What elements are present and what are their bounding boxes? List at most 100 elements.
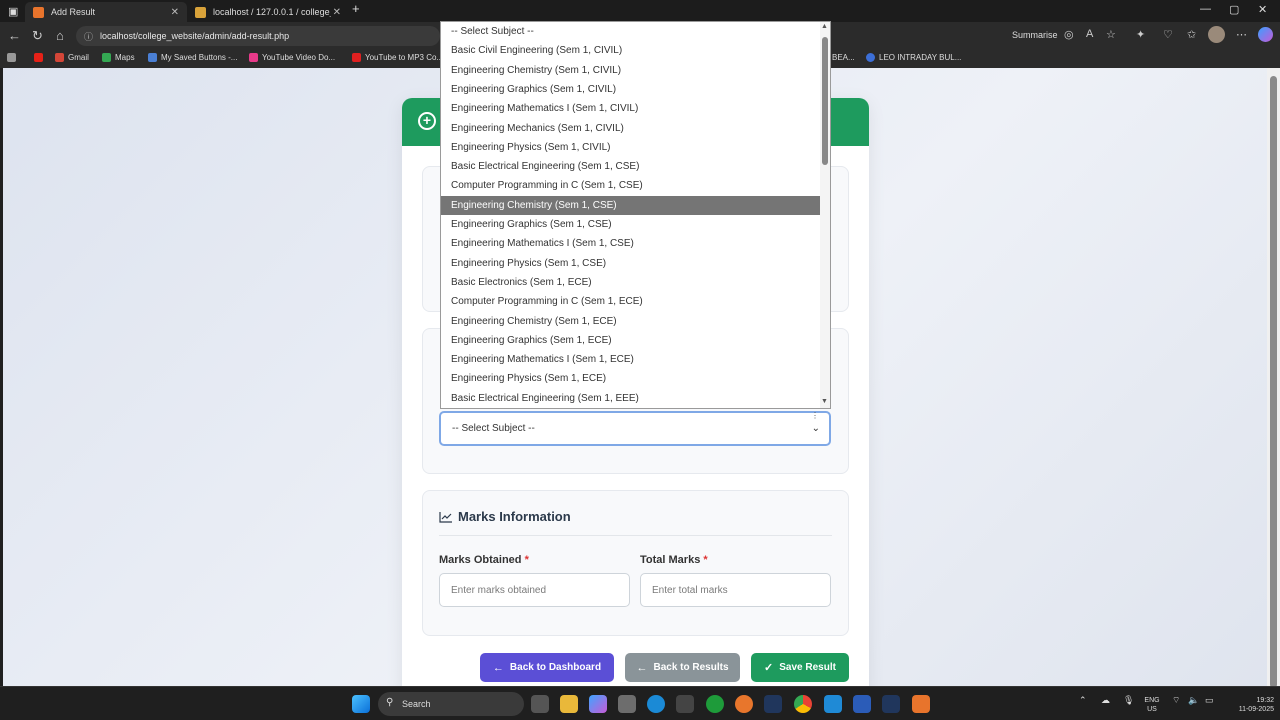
- dropdown-option[interactable]: Computer Programming in C (Sem 1, CSE): [441, 176, 822, 195]
- edge-icon[interactable]: [647, 695, 665, 713]
- subject-select[interactable]: -- Select Subject -- ⋮ ⌄: [439, 411, 831, 446]
- dropdown-scrollbar-thumb[interactable]: [822, 37, 828, 165]
- total-marks-input[interactable]: Enter total marks: [640, 573, 831, 607]
- battery-icon[interactable]: ▭: [1205, 695, 1214, 706]
- firefox-icon[interactable]: [735, 695, 753, 713]
- refresh-icon[interactable]: ↻: [32, 28, 43, 44]
- word-icon[interactable]: [853, 695, 871, 713]
- github-icon[interactable]: [676, 695, 694, 713]
- extensions-icon[interactable]: ✦: [1136, 28, 1145, 41]
- bookmark-bea[interactable]: BEA...: [832, 53, 855, 62]
- back-to-results-button[interactable]: ← Back to Results: [625, 653, 740, 682]
- bookmark-maps[interactable]: Maps: [102, 53, 135, 62]
- wifi-icon[interactable]: ⌔: [1172, 695, 1180, 706]
- page-scrollbar-thumb[interactable]: [1270, 76, 1277, 688]
- microphone-icon[interactable]: 🎙: [1123, 695, 1134, 706]
- bookmark-leo-intraday[interactable]: LEO INTRADAY BUL...: [866, 53, 961, 62]
- dropdown-option[interactable]: Engineering Graphics (Sem 1, CIVIL): [441, 80, 822, 99]
- chevron-down-icon: ⌄: [811, 423, 820, 434]
- dropdown-option[interactable]: Engineering Mathematics I (Sem 1, ECE): [441, 350, 822, 369]
- language-indicator[interactable]: ENG US: [1142, 696, 1162, 714]
- dropdown-option[interactable]: Computer Programming in C (Sem 1, ECE): [441, 292, 822, 311]
- bookmark-youtube-mp3[interactable]: YouTube to MP3 Co...: [352, 53, 443, 62]
- dropdown-option[interactable]: Engineering Mechanics (Sem 1, CIVIL): [441, 119, 822, 138]
- terminal-icon[interactable]: [882, 695, 900, 713]
- reader-icon[interactable]: ◎: [1064, 28, 1074, 41]
- tray-overflow-icon[interactable]: ⌃: [1079, 695, 1087, 706]
- dropdown-option[interactable]: Engineering Mathematics I (Sem 1, CSE): [441, 234, 822, 253]
- scroll-up-icon[interactable]: ▲: [821, 23, 828, 30]
- dropdown-option[interactable]: Engineering Physics (Sem 1, CSE): [441, 254, 822, 273]
- favorite-star-icon[interactable]: ☆: [1106, 28, 1116, 41]
- powershell-icon[interactable]: [764, 695, 782, 713]
- back-to-dashboard-button[interactable]: ← Back to Dashboard: [480, 653, 614, 682]
- dropdown-option[interactable]: Basic Electrical Engineering (Sem 1, CSE…: [441, 157, 822, 176]
- dropdown-option[interactable]: Engineering Chemistry (Sem 1, ECE): [441, 312, 822, 331]
- close-tab-icon[interactable]: ✕: [333, 7, 341, 18]
- xampp-icon[interactable]: [912, 695, 930, 713]
- maximize-icon[interactable]: ▢: [1229, 3, 1239, 16]
- minimize-icon[interactable]: —: [1200, 3, 1211, 15]
- marks-section-title: Marks Information: [439, 509, 571, 524]
- copilot-app-icon[interactable]: [589, 695, 607, 713]
- home-icon[interactable]: ⌂: [56, 28, 64, 43]
- task-view-icon[interactable]: [531, 695, 549, 713]
- bookmark-saved-buttons[interactable]: My Saved Buttons -...: [148, 53, 237, 62]
- more-menu-icon[interactable]: ⋯: [1236, 28, 1247, 41]
- tab-add-result[interactable]: Add Result ✕: [25, 2, 187, 22]
- browser-essentials-icon[interactable]: ♡: [1163, 28, 1173, 41]
- back-arrow-icon[interactable]: ←: [8, 28, 21, 43]
- scroll-down-icon[interactable]: ▼: [821, 398, 828, 405]
- dropdown-option[interactable]: Engineering Graphics (Sem 1, CSE): [441, 215, 822, 234]
- favorites-icon[interactable]: ✩: [1187, 28, 1196, 41]
- bookmark-icon: [148, 53, 157, 62]
- check-circle-icon: ✓: [764, 662, 774, 674]
- copilot-icon[interactable]: [1258, 27, 1273, 42]
- dropdown-option[interactable]: Engineering Physics (Sem 1, ECE): [441, 369, 822, 388]
- bookmark-youtube-video[interactable]: YouTube Video Do...: [249, 53, 335, 62]
- taskbar-search[interactable]: ⚲ Search: [378, 692, 524, 716]
- dropdown-option[interactable]: Basic Electronics (Sem 1, ECE): [441, 273, 822, 292]
- dropdown-option[interactable]: Engineering Chemistry (Sem 1, CIVIL): [441, 61, 822, 80]
- file-explorer-icon[interactable]: [560, 695, 578, 713]
- url-text: localhost/college_website/admin/add-resu…: [100, 31, 290, 41]
- read-aloud-icon[interactable]: A: [1086, 28, 1093, 40]
- dropdown-option[interactable]: Engineering Physics (Sem 1, CIVIL): [441, 138, 822, 157]
- xbox-icon[interactable]: [706, 695, 724, 713]
- close-tab-icon[interactable]: ✕: [171, 7, 179, 18]
- windows-start-icon[interactable]: [352, 695, 370, 713]
- bookmark-gmail[interactable]: Gmail: [55, 53, 89, 62]
- tab-title: localhost / 127.0.0.1 / college_db: [213, 7, 331, 17]
- chrome-icon[interactable]: [794, 695, 812, 713]
- dropdown-option[interactable]: Engineering Mathematics I (Sem 1, CIVIL): [441, 99, 822, 118]
- browser-tab-bar: ▣ Add Result ✕ localhost / 127.0.0.1 / c…: [0, 0, 1280, 22]
- info-icon[interactable]: ⓘ: [84, 30, 93, 43]
- new-tab-button[interactable]: +: [352, 1, 360, 16]
- onedrive-icon[interactable]: ☁: [1101, 695, 1110, 706]
- summarise-button[interactable]: Summarise: [1012, 30, 1058, 40]
- dropdown-scrollbar[interactable]: ▲ ▼: [820, 22, 830, 408]
- dropdown-option[interactable]: Basic Electrical Engineering (Sem 1, EEE…: [441, 389, 822, 408]
- dropdown-option[interactable]: -- Select Subject --: [441, 22, 822, 41]
- bookmark-icon: [352, 53, 361, 62]
- profile-avatar[interactable]: [1208, 26, 1225, 43]
- store-icon[interactable]: [618, 695, 636, 713]
- bookmark-youtube-icon[interactable]: [34, 53, 47, 62]
- tab-phpmyadmin[interactable]: localhost / 127.0.0.1 / college_db ✕: [187, 2, 349, 22]
- dropdown-option[interactable]: Basic Civil Engineering (Sem 1, CIVIL): [441, 41, 822, 60]
- plus-circle-icon: +: [418, 112, 436, 130]
- subject-dropdown-list[interactable]: -- Select Subject -- Basic Civil Engineer…: [440, 21, 831, 409]
- dropdown-option[interactable]: Engineering Chemistry (Sem 1, CSE): [441, 195, 822, 215]
- vscode-icon[interactable]: [824, 695, 842, 713]
- arrow-left-icon: ←: [636, 661, 648, 674]
- tab-actions-icon[interactable]: ▣: [8, 5, 18, 18]
- volume-icon[interactable]: 🔈: [1188, 695, 1199, 706]
- page-scrollbar[interactable]: [1267, 68, 1280, 688]
- dropdown-option[interactable]: Engineering Graphics (Sem 1, ECE): [441, 331, 822, 350]
- marks-obtained-input[interactable]: Enter marks obtained: [439, 573, 630, 607]
- close-window-icon[interactable]: ✕: [1258, 3, 1267, 16]
- save-result-button[interactable]: ✓ Save Result: [751, 653, 849, 682]
- url-field[interactable]: ⓘ localhost/college_website/admin/add-re…: [76, 26, 440, 46]
- clock[interactable]: 19:32 11-09-2025: [1222, 696, 1274, 714]
- bookmark-apps-icon[interactable]: [7, 53, 20, 62]
